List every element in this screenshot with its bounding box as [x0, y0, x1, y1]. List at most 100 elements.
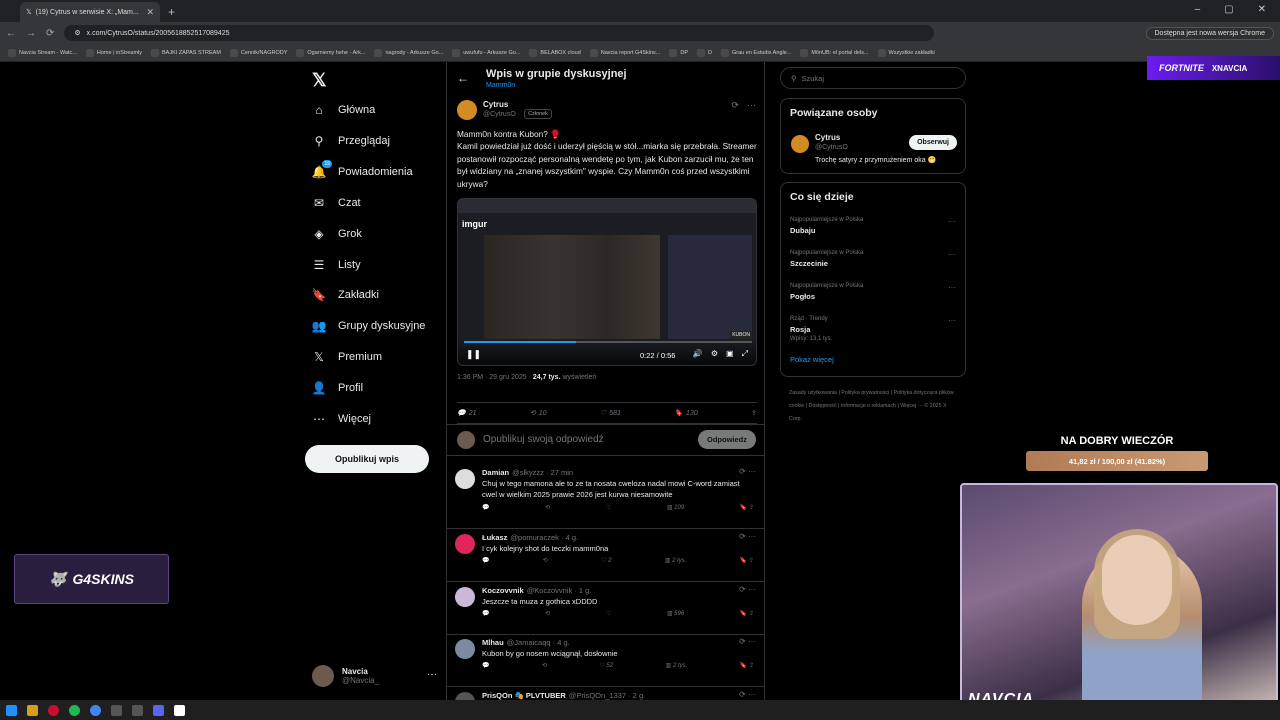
search-input[interactable]: ⚲ Szukaj	[780, 67, 966, 89]
volume-icon[interactable]: 🔊	[693, 349, 703, 359]
show-more-link[interactable]: Pokaż więcej	[790, 355, 834, 364]
url-field[interactable]: ⚙ x.com/CytrusO/status/20056188525170894…	[64, 25, 935, 41]
nav-item-5[interactable]: ☰ Listy	[312, 258, 361, 272]
post-button[interactable]: Opublikuj wpis	[305, 445, 429, 473]
reply-action[interactable]: 💬 21	[457, 409, 477, 418]
back-arrow-icon[interactable]: ←	[457, 71, 469, 85]
forward-icon[interactable]: →	[26, 28, 36, 39]
minimize-icon[interactable]: –	[1195, 4, 1201, 15]
account-switcher[interactable]: Navcia @Navcia_ ···	[312, 665, 437, 687]
opera-icon[interactable]	[48, 704, 59, 716]
reply-post[interactable]: Damian @slkyzzz · 27 min ⟳ ··· Chuj w tego …	[447, 464, 764, 529]
views-action[interactable]: ▥ 109	[667, 504, 684, 511]
nav-item-10[interactable]: ⋯ Więcej	[312, 412, 371, 426]
close-tab-icon[interactable]: ✕	[146, 7, 154, 18]
video-player[interactable]: imgur KUBON ❚❚ 0:22 / 0:56 🔊 ⚙ ▣ ⤢	[457, 198, 757, 366]
nav-item-3[interactable]: ✉ Czat	[312, 196, 361, 210]
pip-icon[interactable]: ▣	[726, 349, 734, 359]
explorer-icon[interactable]	[27, 704, 38, 716]
bookmark-item[interactable]: Ogarniemy hehe - Ark...	[296, 48, 365, 57]
discord-icon[interactable]	[153, 704, 164, 716]
reply-icon[interactable]: 💬	[482, 504, 489, 511]
bookmark-item[interactable]: uwufufu - Arkusze Go...	[452, 48, 520, 57]
reply-author[interactable]: PrisQOn 🎭 PLVTUBER	[482, 691, 566, 700]
app-icon[interactable]	[132, 704, 143, 716]
more-icon[interactable]: ⟳ ···	[739, 637, 756, 646]
reply-avatar[interactable]	[455, 469, 475, 489]
nav-item-1[interactable]: ⚲ Przeglądaj	[312, 134, 390, 148]
related-name[interactable]: Cytrus	[815, 133, 840, 142]
reply-avatar[interactable]	[455, 534, 475, 554]
repost-icon[interactable]: ⟲	[545, 504, 550, 511]
bookmark-item[interactable]: Wszystkie zakładki	[877, 48, 935, 57]
more-icon[interactable]: ···	[948, 316, 956, 325]
trend-item[interactable]: Najpopularniejsze w Polska Szczecinie ···	[790, 250, 956, 270]
bookmark-action[interactable]: 🔖 130	[674, 409, 697, 418]
nav-item-2[interactable]: 🔔 19 Powiadomienia	[312, 159, 413, 179]
chrome-icon[interactable]	[90, 704, 101, 716]
nav-item-6[interactable]: 🔖 Zakładki	[312, 288, 379, 302]
repost-icon[interactable]: ⟲	[543, 557, 548, 564]
fullscreen-icon[interactable]: ⤢	[742, 349, 748, 359]
more-icon[interactable]: ···	[948, 217, 956, 226]
views-action[interactable]: ▥ 2 tys.	[665, 557, 687, 564]
repost-action[interactable]: ⟲ 10	[530, 409, 547, 418]
start-icon[interactable]	[6, 704, 17, 716]
like-action[interactable]: ♡ 2	[601, 557, 611, 564]
reply-icon[interactable]: 💬	[482, 557, 489, 564]
views-action[interactable]: ▥ 596	[667, 610, 684, 617]
reply-post[interactable]: Mlhau @Jamaicaqq · 4 g. ⟳ ··· Kubon by go n…	[447, 634, 764, 687]
obs-icon[interactable]	[111, 704, 122, 716]
pause-icon[interactable]: ❚❚	[466, 349, 481, 360]
nav-item-4[interactable]: ◈ Grok	[312, 227, 361, 241]
reply-avatar[interactable]	[455, 639, 475, 659]
reply-author[interactable]: Mlhau	[482, 638, 504, 647]
like-action[interactable]: ♡ 581	[600, 409, 621, 418]
bookmark-item[interactable]: nagrody - Arkusze Go...	[374, 48, 443, 57]
bookmark-icon[interactable]: 🔖 ⇪	[740, 662, 754, 669]
capcut-icon[interactable]	[174, 704, 185, 716]
nav-item-7[interactable]: 👥 Grupy dyskusyjne	[312, 319, 426, 333]
more-icon[interactable]: ···	[948, 283, 956, 292]
bookmark-item[interactable]: Grau en Estudis Angle...	[721, 48, 791, 57]
more-icon[interactable]: ···	[948, 250, 956, 259]
bookmark-icon[interactable]: 🔖 ⇪	[740, 504, 754, 511]
maximize-icon[interactable]: ▢	[1224, 4, 1233, 15]
reply-icon[interactable]: 💬	[482, 610, 489, 617]
reply-author[interactable]: Koczovvnik	[482, 586, 524, 595]
trend-item[interactable]: Rząd · Trendy Rosja Wpisy: 13,1 tys. ···	[790, 316, 956, 342]
trend-item[interactable]: Najpopularniejsze w Polska Dubaju ···	[790, 217, 956, 237]
bookmark-item[interactable]: Home | inStreamly	[85, 48, 142, 57]
community-link[interactable]: Mamm0n	[486, 82, 515, 89]
spotify-icon[interactable]	[69, 704, 80, 716]
reply-avatar[interactable]	[455, 587, 475, 607]
follow-button[interactable]: Obserwuj	[909, 135, 957, 150]
bookmark-item[interactable]: BELABOX cloud	[529, 48, 581, 57]
close-window-icon[interactable]: ✕	[1258, 4, 1266, 15]
reply-post[interactable]: Łukasz @pomuraczek · 4 g. ⟳ ··· I cyk kolej…	[447, 529, 764, 582]
footer-links[interactable]: Zasady użytkowania | Polityka prywatnośc…	[789, 387, 959, 426]
more-icon[interactable]: ⟳ ···	[739, 690, 756, 699]
chrome-update-button[interactable]: Dostępna jest nowa wersja Chrome	[1145, 26, 1274, 40]
back-icon[interactable]: ←	[6, 28, 16, 39]
like-action[interactable]: ♡ 52	[599, 662, 613, 669]
more-icon[interactable]: ⟳ ···	[739, 532, 756, 541]
x-logo-icon[interactable]: 𝕏	[312, 70, 327, 91]
new-tab-icon[interactable]: +	[168, 5, 175, 19]
repost-icon[interactable]: ⟲	[542, 662, 547, 669]
trend-item[interactable]: Najpopularniejsze w Polska Pogłos ···	[790, 283, 956, 303]
nav-item-0[interactable]: ⌂ Główna	[312, 103, 375, 117]
reply-author[interactable]: Damian	[482, 468, 509, 477]
bookmark-item[interactable]: BAJKI ZAPAS STREAM	[151, 48, 221, 57]
bookmark-icon[interactable]: 🔖 ⇪	[740, 610, 754, 617]
bookmark-item[interactable]: Cennik/NAGRODY	[229, 48, 287, 57]
like-action[interactable]: ♡	[606, 504, 611, 511]
reply-post[interactable]: Koczovvnik @Koczovvnik · 1 g. ⟳ ··· Jeszcze…	[447, 582, 764, 635]
author-name[interactable]: Cytrus	[483, 100, 552, 109]
reply-icon[interactable]: 💬	[482, 662, 489, 669]
bookmark-item[interactable]: DP	[669, 48, 688, 57]
views-action[interactable]: ▥ 2 tys.	[666, 662, 688, 669]
repost-icon[interactable]: ⟲	[545, 610, 550, 617]
more-icon[interactable]: ⟳ ···	[739, 467, 756, 476]
nav-item-8[interactable]: 𝕏 Premium	[312, 350, 382, 364]
